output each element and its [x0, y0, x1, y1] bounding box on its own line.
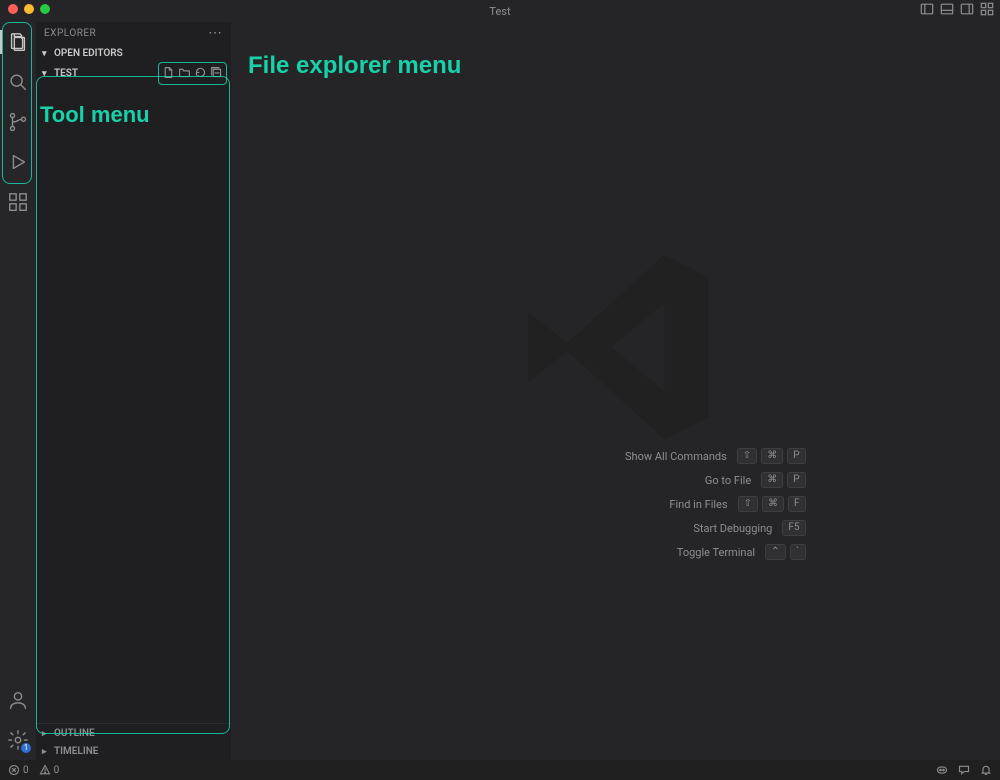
outline-label: OUTLINE: [54, 728, 95, 739]
welcome-cmd-label: Go to File: [426, 474, 752, 487]
layout-panel-icon[interactable]: [940, 2, 954, 19]
welcome-cmd-row: Go to File ⌘P: [426, 472, 806, 488]
welcome-cmd-row: Find in Files ⇧⌘F: [426, 496, 806, 512]
layout-sidebar-right-icon[interactable]: [960, 2, 974, 19]
extensions-icon[interactable]: [4, 188, 32, 216]
welcome-cmd-row: Start Debugging F5: [426, 520, 806, 536]
status-warnings[interactable]: 0: [39, 764, 60, 776]
explorer-sidebar: EXPLORER ⋯ OPEN EDITORS TEST: [36, 22, 231, 760]
window-title: Test: [489, 5, 510, 18]
error-count: 0: [23, 765, 29, 776]
folder-section: TEST: [36, 62, 231, 85]
folder-name: TEST: [54, 68, 78, 79]
folder-actions: [158, 62, 227, 85]
keycap: F5: [782, 520, 805, 536]
traffic-lights: [8, 4, 50, 14]
source-control-icon[interactable]: [4, 108, 32, 136]
welcome-cmd-keys: ⌘P: [761, 472, 805, 488]
workbench: 1 EXPLORER ⋯ OPEN EDITORS TEST: [0, 22, 1000, 760]
timeline-section[interactable]: TIMELINE: [36, 742, 231, 760]
keycap: ⌃: [765, 544, 785, 560]
explorer-title: EXPLORER: [44, 28, 96, 39]
welcome-cmd-label: Find in Files: [426, 498, 728, 511]
settings-gear-icon[interactable]: 1: [4, 726, 32, 754]
welcome-cmd-keys: ⌃`: [765, 544, 805, 560]
file-tree-area[interactable]: [36, 85, 231, 723]
close-window-button[interactable]: [8, 4, 18, 14]
status-bar: 0 0: [0, 760, 1000, 780]
status-copilot-icon[interactable]: [936, 764, 948, 776]
welcome-cmd-label: Start Debugging: [426, 522, 773, 535]
minimize-window-button[interactable]: [24, 4, 34, 14]
keycap: ⇧: [737, 448, 757, 464]
account-icon[interactable]: [4, 686, 32, 714]
new-file-icon[interactable]: [162, 64, 175, 83]
keycap: ⌘: [761, 448, 783, 464]
refresh-icon[interactable]: [194, 64, 207, 83]
welcome-cmd-row: Toggle Terminal⌃`: [426, 544, 806, 560]
open-editors-section[interactable]: OPEN EDITORS: [36, 44, 231, 62]
run-debug-icon[interactable]: [4, 148, 32, 176]
explorer-icon[interactable]: [4, 28, 32, 56]
welcome-cmd-keys: ⇧⌘F: [738, 496, 806, 512]
titlebar-layout-controls: [920, 2, 994, 19]
keycap: ⌘: [761, 472, 783, 488]
zoom-window-button[interactable]: [40, 4, 50, 14]
keycap: ⇧: [738, 496, 758, 512]
search-icon[interactable]: [4, 68, 32, 96]
status-errors[interactable]: 0: [8, 764, 29, 776]
update-badge: 1: [21, 743, 31, 753]
status-bell-icon[interactable]: [980, 764, 992, 776]
folder-section-header[interactable]: TEST: [36, 65, 84, 83]
welcome-cmd-label: Show All Commands: [426, 450, 727, 463]
layout-sidebar-left-icon[interactable]: [920, 2, 934, 19]
welcome-cmd-row: Show All Commands ⇧⌘P: [426, 448, 806, 464]
customize-layout-icon[interactable]: [980, 2, 994, 19]
vscode-logo-watermark: [506, 237, 726, 457]
activity-bar: 1: [0, 22, 36, 760]
explorer-more-icon[interactable]: ⋯: [208, 26, 223, 40]
timeline-label: TIMELINE: [54, 746, 98, 757]
explorer-title-row: EXPLORER ⋯: [36, 22, 231, 44]
keycap: P: [787, 472, 805, 488]
welcome-shortcuts: Show All Commands⇧⌘PGo to File⌘PFind in …: [426, 448, 806, 560]
status-feedback-icon[interactable]: [958, 764, 970, 776]
open-editors-label: OPEN EDITORS: [54, 48, 123, 59]
titlebar: Test: [0, 0, 1000, 22]
welcome-cmd-keys: ⇧⌘P: [737, 448, 806, 464]
outline-section[interactable]: OUTLINE: [36, 724, 231, 742]
keycap: F: [788, 496, 806, 512]
collapse-all-icon[interactable]: [210, 64, 223, 83]
app-window: Test: [0, 0, 1000, 780]
editor-area: Show All Commands⇧⌘PGo to File⌘PFind in …: [231, 22, 1000, 760]
welcome-cmd-label: Toggle Terminal: [426, 546, 756, 559]
keycap: ⌘: [762, 496, 784, 512]
warning-count: 0: [54, 765, 60, 776]
welcome-cmd-keys: F5: [782, 520, 805, 536]
keycap: `: [790, 544, 806, 560]
keycap: P: [787, 448, 805, 464]
new-folder-icon[interactable]: [178, 64, 191, 83]
